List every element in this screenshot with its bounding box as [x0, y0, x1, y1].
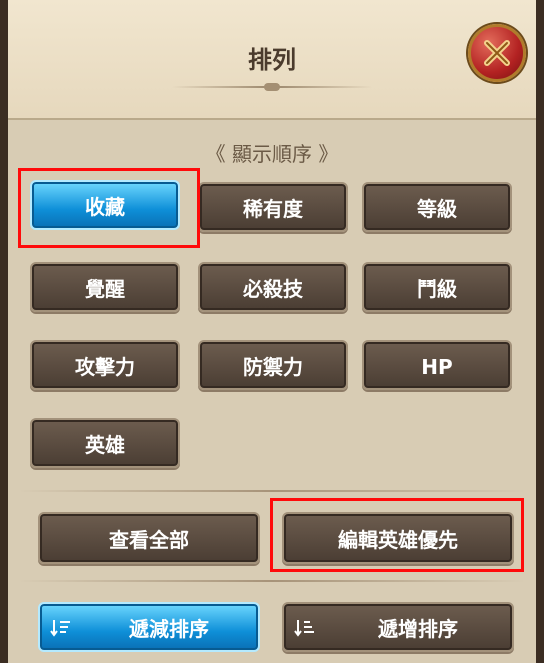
sort-special-skill-button[interactable]: 必殺技: [198, 262, 348, 312]
title-divider: [172, 83, 372, 91]
sort-defense-button[interactable]: 防禦力: [198, 340, 348, 390]
sort-panel: 排列 《 顯示順序 》 收藏 稀有度 等級 覺醒 必殺技 鬥級 攻擊力 防禦力 …: [8, 0, 536, 663]
sort-hp-button[interactable]: HP: [362, 340, 512, 390]
sort-hero-button[interactable]: 英雄: [30, 418, 180, 468]
sort-fight-level-button[interactable]: 鬥級: [362, 262, 512, 312]
section-divider: [18, 580, 526, 582]
sort-descending-icon: [50, 620, 70, 637]
ascending-order-label: 遞增排序: [378, 617, 458, 641]
screen: 排列 《 顯示順序 》 收藏 稀有度 等級 覺醒 必殺技 鬥級 攻擊力 防禦力 …: [0, 0, 544, 663]
page-title: 排列: [248, 46, 296, 74]
close-button[interactable]: [468, 24, 526, 82]
view-all-button[interactable]: 查看全部: [38, 512, 260, 564]
close-icon: [484, 40, 510, 66]
sort-attack-button[interactable]: 攻擊力: [30, 340, 180, 390]
section-divider: [18, 490, 526, 492]
sort-awakening-button[interactable]: 覺醒: [30, 262, 180, 312]
edit-priority-highlight-box: [270, 498, 524, 572]
descending-order-label: 遞減排序: [129, 617, 209, 641]
ascending-order-button[interactable]: 遞增排序: [282, 602, 514, 652]
sort-level-button[interactable]: 等級: [362, 182, 512, 232]
display-order-label: 《 顯示順序 》: [205, 142, 339, 166]
sort-ascending-icon: [294, 620, 314, 637]
descending-order-button[interactable]: 遞減排序: [38, 602, 260, 652]
panel-header: 排列: [8, 0, 536, 120]
favorite-highlight-box: [18, 168, 200, 248]
sort-rarity-button[interactable]: 稀有度: [198, 182, 348, 232]
